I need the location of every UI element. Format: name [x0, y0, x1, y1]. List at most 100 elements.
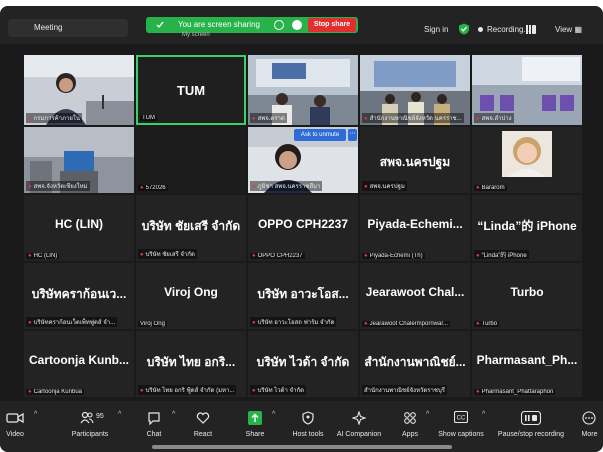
chat-options-chevron-icon[interactable]: ^: [172, 411, 175, 418]
video-options-chevron-icon[interactable]: ^: [34, 411, 37, 418]
meeting-toolbar: Video ^ 95 Participants ^ Chat ^ React S…: [0, 401, 603, 452]
participant-name-label: ● สพจ.นครปฐม: [362, 181, 407, 191]
participant-display-name: บริษัท ชัยเสรี จำกัด: [141, 219, 241, 233]
participant-tile[interactable]: สำนักงานพาณิชย์... สำนักงานพาณิชย์จังหวั…: [360, 331, 470, 397]
participant-name-label: ● Turbo: [474, 321, 500, 327]
pause-stop-recording-button[interactable]: Pause/stop recording: [494, 401, 568, 452]
participant-display-name: Jearawoot Chal...: [365, 285, 465, 299]
share-check-icon: [156, 21, 164, 29]
mic-icon: ●: [364, 253, 368, 259]
apps-icon: [404, 412, 416, 424]
mic-icon: ●: [28, 253, 32, 259]
mic-icon: ●: [28, 116, 32, 122]
participant-tile[interactable]: บริษัทคราก้อนเว... ● บริษัทคราก้อนเว็ตเพ็…: [24, 263, 134, 329]
participant-name-label: สำนักงานพาณิชย์จังหวัดราชบุรี: [362, 385, 448, 395]
participant-display-name: “Linda”的 iPhone: [477, 219, 577, 233]
ai-companion-label: AI Companion: [336, 431, 382, 438]
participant-tile[interactable]: บริษัท อาวะโอส... ● บริษัท อาวะโอสถ ฟาร์ม…: [248, 263, 358, 329]
more-button[interactable]: More: [576, 401, 603, 452]
participant-name-label: ● “Linda”的 iPhone: [474, 250, 529, 259]
more-options-icon[interactable]: ⋯: [348, 129, 357, 141]
participants-button[interactable]: 95 Participants: [62, 401, 118, 452]
mic-icon: ●: [476, 253, 480, 259]
participant-tile[interactable]: Pharmasant_Ph... ● Pharmasant_Phattarapho…: [472, 331, 582, 397]
zoom-meeting-window: Meeting You are screen sharing Stop shar…: [0, 6, 603, 452]
recording-pause-stop-icon[interactable]: [526, 25, 536, 34]
mic-icon: ●: [28, 320, 32, 326]
mic-icon: ●: [252, 253, 256, 259]
participant-tile-active[interactable]: TUM TUM: [136, 55, 246, 125]
participant-tile[interactable]: Viroj Ong Viroj Ong: [136, 263, 246, 329]
captions-icon: CC: [454, 411, 468, 423]
participant-tile[interactable]: ● กรมการค้าภายใน: [24, 55, 134, 125]
participant-name-label: ● Pharmasant_Phattaraphon: [474, 389, 556, 395]
participant-name-label: ● ภูมิชา สพจ.นครราชสีมา: [250, 181, 323, 191]
recording-dot-icon: [478, 27, 483, 32]
meeting-info-button[interactable]: Meeting: [8, 19, 128, 37]
ask-to-unmute-button[interactable]: Ask to unmute: [294, 129, 346, 141]
mic-icon: ●: [28, 389, 32, 395]
sparkle-icon: [352, 411, 366, 425]
mic-icon: ●: [364, 184, 368, 190]
participant-tile[interactable]: ● สพจ.ลำปาง: [472, 55, 582, 125]
mic-icon: ●: [252, 116, 256, 122]
share-settings-icon[interactable]: [292, 20, 302, 30]
video-label: Video: [6, 431, 24, 438]
participant-name-label: TUM: [140, 115, 157, 121]
participant-tile[interactable]: Jearawoot Chal... ● Jearawoot Chalermporn…: [360, 263, 470, 329]
participant-tile[interactable]: Piyada-Echemi... ● Piyada-Echemi (Th): [360, 195, 470, 261]
participant-display-name: Cartoonja Kunb...: [29, 353, 129, 367]
participant-tile[interactable]: บริษัท ไวด้า จำกัด ● บริษัท ไวด้า จำกัด: [248, 331, 358, 397]
participant-name-label: ● บริษัท ไวด้า จำกัด: [250, 385, 306, 395]
participant-tile[interactable]: Turbo ● Turbo: [472, 263, 582, 329]
participants-options-chevron-icon[interactable]: ^: [118, 411, 121, 418]
participant-tile[interactable]: บริษัท ชัยเสรี จำกัด ● บริษัท ชัยเสรี จำก…: [136, 195, 246, 261]
participant-tile[interactable]: ● Bararom: [472, 127, 582, 193]
screen-share-status: You are screen sharing: [178, 20, 260, 29]
more-label: More: [581, 431, 598, 438]
stop-share-button[interactable]: Stop share: [308, 18, 356, 32]
participant-tile[interactable]: HC (LIN) ● HC (LIN): [24, 195, 134, 261]
participant-tile[interactable]: “Linda”的 iPhone ● “Linda”的 iPhone: [472, 195, 582, 261]
toolbar-drag-handle[interactable]: [152, 445, 452, 449]
participant-name-label: ● Piyada-Echemi (Th): [362, 253, 425, 259]
participant-name-label: ● กรมการค้าภายใน: [26, 113, 82, 123]
share-options-chevron-icon[interactable]: ^: [272, 411, 275, 418]
show-captions-label: Show captions: [438, 431, 484, 438]
participant-name-label: ● สพจ.ตราด: [250, 113, 287, 123]
pause-share-icon[interactable]: [274, 20, 284, 30]
svg-text:CC: CC: [457, 416, 466, 422]
apps-options-chevron-icon[interactable]: ^: [426, 411, 429, 418]
participant-display-name: บริษัท อาวะโอส...: [257, 287, 349, 301]
participant-name-label: ● สพจ.จังหวัดเชียงใหม่: [26, 181, 90, 191]
participant-name-label: ● สพจ.ลำปาง: [474, 113, 514, 123]
participant-tile[interactable]: ● สพจ.จังหวัดเชียงใหม่: [24, 127, 134, 193]
participant-display-name: Piyada-Echemi...: [367, 217, 463, 231]
video-button[interactable]: Video: [0, 401, 30, 452]
participant-tile[interactable]: OPPO CPH2237 ● OPPO CPH2237: [248, 195, 358, 261]
participant-tile[interactable]: สพจ.นครปฐม ● สพจ.นครปฐม: [360, 127, 470, 193]
mic-icon: ●: [364, 321, 368, 327]
participant-name-label: ● บริษัท อาวะโอสถ ฟาร์ม จำกัด: [250, 317, 337, 327]
my-screen-label: My screen: [182, 32, 210, 38]
captions-options-chevron-icon[interactable]: ^: [482, 411, 485, 418]
participant-tile[interactable]: Cartoonja Kunb... ● Cartoonja Kunbua: [24, 331, 134, 397]
mic-icon: ●: [476, 389, 480, 395]
participant-tile[interactable]: ● สพจ.ตราด: [248, 55, 358, 125]
participant-tile[interactable]: Ask to unmute ⋯ ● ภูมิชา สพจ.นครราชสีมา: [248, 127, 358, 193]
sign-in-link[interactable]: Sign in: [424, 25, 448, 34]
mic-icon: ●: [28, 184, 32, 190]
participant-display-name: HC (LIN): [55, 217, 103, 231]
participant-tile[interactable]: ● สำนักงานพาณิชย์จังหวัด นครราช...: [360, 55, 470, 125]
participant-display-name: บริษัทคราก้อนเว...: [31, 287, 127, 301]
heart-icon: [196, 412, 210, 424]
security-shield-icon[interactable]: [458, 23, 470, 35]
view-button[interactable]: View ▦: [555, 25, 582, 34]
chat-label: Chat: [146, 431, 162, 438]
participant-tile[interactable]: ● 572026: [136, 127, 246, 193]
screen-share-banner: You are screen sharing Stop share: [146, 17, 358, 33]
mic-icon: ●: [140, 252, 144, 258]
shield-icon: [302, 411, 314, 425]
participant-tile[interactable]: บริษัท ไทย อกริ... ● บริษัท ไทย อกริ ฟู้ด…: [136, 331, 246, 397]
participant-display-name: Pharmasant_Ph...: [476, 353, 578, 367]
